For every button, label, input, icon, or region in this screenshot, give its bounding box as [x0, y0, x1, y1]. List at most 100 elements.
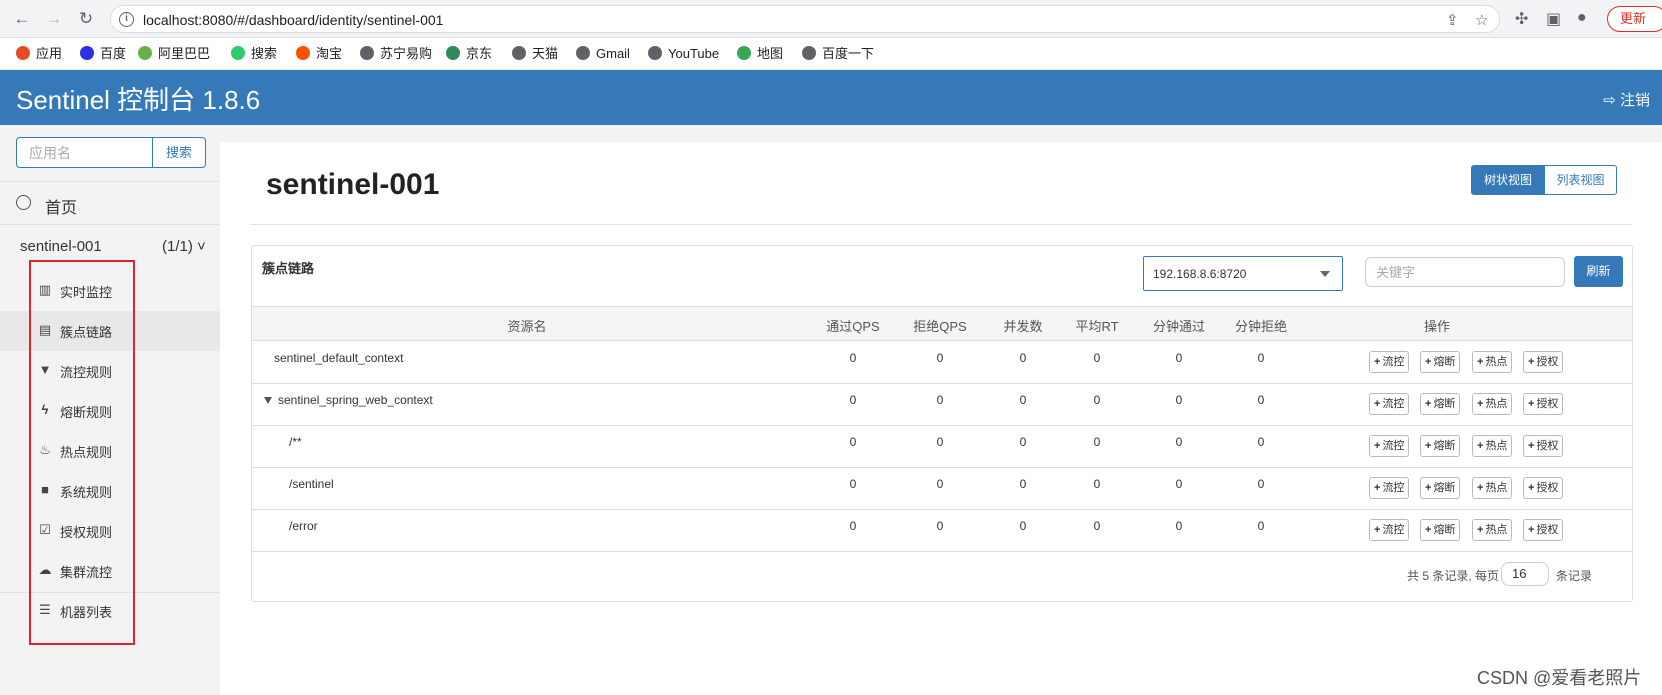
app-search-button[interactable]: 搜索	[152, 137, 206, 168]
chevron-down-icon: ˅	[192, 238, 206, 255]
side-panel-icon[interactable]: ▣	[1546, 9, 1561, 29]
metric-cell: 0	[1093, 393, 1101, 407]
share-icon[interactable]: ⇪	[1446, 11, 1459, 29]
table-header: 资源名 通过QPS 拒绝QPS 并发数 平均RT 分钟通过 分钟拒绝 操作	[252, 307, 1632, 341]
pager-suffix: 条记录	[1556, 569, 1593, 583]
bookmark-item[interactable]: 应用	[16, 46, 62, 62]
degrade-rule-button[interactable]: + 熔断	[1420, 393, 1461, 415]
hotspot-rule-button[interactable]: + 热点	[1472, 519, 1513, 541]
app-name: sentinel-001	[20, 238, 102, 255]
address-bar[interactable]: i localhost:8080/#/dashboard/identity/se…	[110, 5, 1500, 33]
plus-icon: +	[1374, 356, 1381, 368]
hotspot-rule-button[interactable]: + 热点	[1472, 477, 1513, 499]
bookmark-favicon-icon	[231, 46, 245, 60]
degrade-rule-button[interactable]: + 熔断	[1420, 519, 1461, 541]
back-icon[interactable]: ←	[12, 9, 32, 29]
column-header: 拒绝QPS	[913, 319, 967, 334]
hotspot-rule-button[interactable]: + 热点	[1472, 435, 1513, 457]
column-header: 并发数	[1003, 319, 1043, 334]
column-header: 分钟拒绝	[1234, 319, 1287, 334]
column-header: 通过QPS	[826, 319, 880, 334]
flow-rule-button[interactable]: + 流控	[1369, 435, 1410, 457]
bookmark-item[interactable]: 阿里巴巴	[138, 46, 210, 62]
plus-icon: +	[1528, 398, 1535, 410]
keyword-input[interactable]	[1365, 257, 1565, 287]
bookmark-item[interactable]: 地图	[737, 46, 783, 62]
metric-cell: 0	[1175, 351, 1183, 365]
profile-icon[interactable]: ●	[1577, 9, 1587, 27]
plus-icon: +	[1425, 440, 1432, 452]
plus-icon: +	[1528, 356, 1535, 368]
metric-cell: 0	[1019, 477, 1027, 491]
authority-rule-button[interactable]: + 授权	[1523, 351, 1564, 373]
plus-icon: +	[1374, 398, 1381, 410]
plus-icon: +	[1477, 482, 1484, 494]
app-search-input[interactable]	[16, 137, 153, 168]
authority-rule-button[interactable]: + 授权	[1523, 393, 1564, 415]
sidebar-item-home[interactable]: 首页	[0, 181, 220, 225]
table-row: sentinel_default_context 0 0 0 0 0 0 + 流控 + 熔断 + 热点 +…	[252, 342, 1632, 384]
degrade-rule-button[interactable]: + 熔断	[1420, 435, 1461, 457]
bookmark-item[interactable]: 淘宝	[296, 46, 342, 62]
reload-icon[interactable]: ↻	[76, 9, 96, 29]
logout-link[interactable]: ⇨ 注销	[1603, 89, 1650, 110]
authority-rule-button[interactable]: + 授权	[1523, 477, 1564, 499]
panel-heading: 簇点链路 192.168.8.6:8720 刷新	[252, 246, 1632, 307]
machine-select[interactable]: 192.168.8.6:8720	[1143, 256, 1343, 291]
forward-icon[interactable]: →	[44, 9, 64, 29]
hotspot-rule-button[interactable]: + 热点	[1472, 351, 1513, 373]
authority-rule-button[interactable]: + 授权	[1523, 519, 1564, 541]
resource-panel: 簇点链路 192.168.8.6:8720 刷新 资源名 通过QPS 拒绝QPS 并发…	[251, 245, 1633, 602]
metric-cell: 0	[1093, 351, 1101, 365]
app-header: Sentinel 控制台 1.8.6 ⇨ 注销	[0, 70, 1662, 125]
bookmark-favicon-icon	[576, 46, 590, 60]
bookmark-item[interactable]: 苏宁易购	[360, 46, 432, 62]
table-row: sentinel_spring_web_context 0 0 0 0 0 0 + 流控 + 熔断 +…	[252, 384, 1632, 426]
table-row: /sentinel 0 0 0 0 0 0 + 流控 + 熔断 + 热点 + 授权	[252, 468, 1632, 510]
url-text: localhost:8080/#/dashboard/identity/sent…	[143, 12, 444, 28]
column-header: 分钟通过	[1152, 319, 1205, 334]
bookmark-item[interactable]: 百度	[80, 46, 126, 62]
bookmark-star-icon[interactable]: ☆	[1475, 11, 1488, 29]
caret-down-icon	[1320, 271, 1330, 277]
metric-cell: 0	[936, 351, 944, 365]
collapse-toggle-icon[interactable]	[264, 397, 272, 404]
plus-icon: +	[1425, 482, 1432, 494]
list-view-button[interactable]: 列表视图	[1544, 165, 1617, 195]
flow-rule-button[interactable]: + 流控	[1369, 351, 1410, 373]
bookmark-item[interactable]: 天猫	[512, 46, 558, 62]
degrade-rule-button[interactable]: + 熔断	[1420, 351, 1461, 373]
metric-cell: 0	[1257, 393, 1265, 407]
pager-prefix: 共 5 条记录, 每页	[1407, 569, 1500, 583]
authority-rule-button[interactable]: + 授权	[1523, 435, 1564, 457]
hotspot-rule-button[interactable]: + 热点	[1472, 393, 1513, 415]
bookmark-item[interactable]: 京东	[446, 46, 492, 62]
extensions-icon[interactable]: ✣	[1515, 9, 1528, 29]
bookmark-favicon-icon	[360, 46, 374, 60]
bookmark-item[interactable]: 百度一下	[802, 46, 874, 62]
plus-icon: +	[1528, 440, 1535, 452]
metric-cell: 0	[1019, 393, 1027, 407]
app-machine-count: (1/1) ˅	[162, 238, 206, 255]
metric-cell: 0	[1019, 351, 1027, 365]
column-header: 资源名	[507, 319, 547, 334]
divider	[250, 224, 1632, 225]
metric-cell: 0	[1093, 519, 1101, 533]
site-info-icon[interactable]: i	[119, 12, 134, 27]
flow-rule-button[interactable]: + 流控	[1369, 477, 1410, 499]
degrade-rule-button[interactable]: + 熔断	[1420, 477, 1461, 499]
tree-view-button[interactable]: 树状视图	[1471, 165, 1545, 195]
watermark: CSDN @爱看老照片	[1477, 668, 1642, 688]
bookmark-item[interactable]: YouTube	[648, 46, 719, 62]
page-size-input[interactable]: 16	[1501, 562, 1549, 586]
bookmark-favicon-icon	[446, 46, 460, 60]
plus-icon: +	[1528, 482, 1535, 494]
flow-rule-button[interactable]: + 流控	[1369, 393, 1410, 415]
bookmark-favicon-icon	[16, 46, 30, 60]
bookmarks-bar: 应用 百度 阿里巴巴 搜索 淘宝 苏宁易购 京东 天猫 Gmail YouTube 地图 百度一下	[0, 38, 1662, 70]
bookmark-item[interactable]: Gmail	[576, 46, 630, 62]
bookmark-item[interactable]: 搜索	[231, 46, 277, 62]
refresh-button[interactable]: 刷新	[1574, 256, 1623, 287]
update-button[interactable]: 更新	[1607, 6, 1662, 32]
flow-rule-button[interactable]: + 流控	[1369, 519, 1410, 541]
